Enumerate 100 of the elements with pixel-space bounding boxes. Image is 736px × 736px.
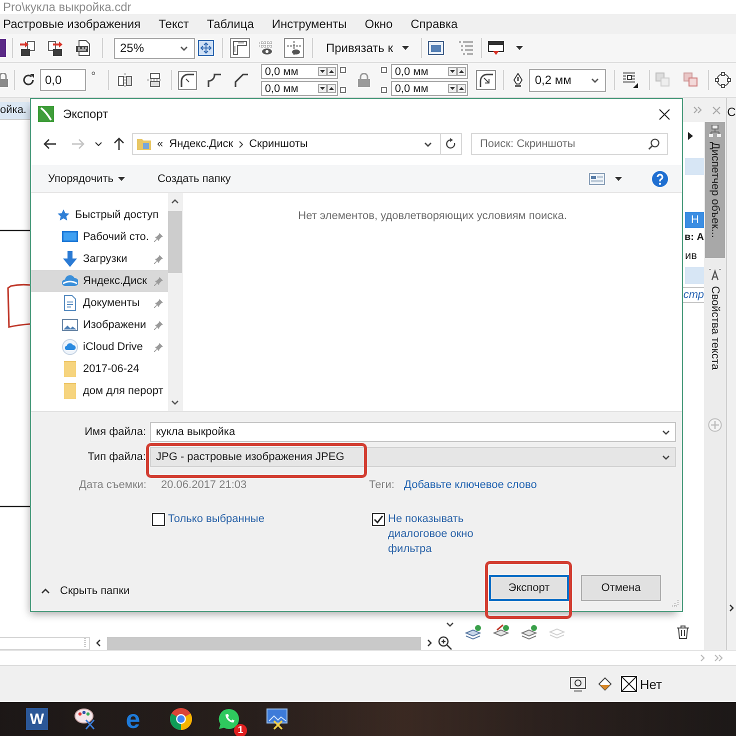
breadcrumb-overflow[interactable]: « (157, 138, 164, 150)
rotation-field[interactable]: 0,0 (40, 69, 86, 91)
padlock-icon[interactable] (356, 73, 371, 87)
fit-page-icon[interactable] (198, 40, 214, 56)
pin-icon[interactable] (154, 232, 163, 242)
chevron-left-icon[interactable] (96, 639, 101, 647)
help-icon[interactable] (652, 170, 668, 186)
node-ring-icon[interactable] (714, 72, 731, 88)
pin-icon[interactable] (154, 254, 163, 264)
resize-grip-icon[interactable] (671, 599, 679, 607)
list-lines-icon[interactable] (458, 40, 474, 56)
nav-item[interactable]: Загрузки (31, 248, 168, 270)
screen-icon[interactable] (488, 40, 504, 56)
page-navigator-field[interactable] (0, 636, 90, 650)
logo-tile-icon[interactable] (0, 39, 6, 57)
hide-folders-button[interactable]: Скрыть папки (41, 585, 130, 597)
menu-item[interactable]: Окно (364, 17, 393, 31)
object-row-text[interactable]: в: А (684, 230, 704, 246)
nav-item[interactable]: Рабочий сто. (31, 226, 168, 248)
dialog-button[interactable]: Экспорт (489, 575, 569, 601)
dialog-button[interactable]: Отмена (581, 575, 661, 601)
menu-item[interactable]: Текст (158, 17, 189, 31)
layer-add-icon[interactable] (465, 624, 481, 640)
spin-arrows-icon[interactable] (448, 84, 466, 93)
nav-item[interactable]: iCloud Drive (31, 336, 168, 358)
corner-style-button[interactable] (178, 70, 197, 90)
checkbox[interactable] (152, 513, 165, 526)
chevron-right-icon[interactable] (427, 639, 432, 647)
mirror-horizontal-icon[interactable] (118, 73, 132, 87)
expand-triangle-icon[interactable] (688, 132, 693, 140)
pin-icon[interactable] (154, 320, 163, 330)
pdf-page-icon[interactable] (75, 40, 91, 56)
spin-arrows-icon[interactable] (448, 67, 466, 76)
text-wrap-icon[interactable] (622, 72, 638, 88)
nav-item[interactable]: Яндекс.Диск (31, 270, 168, 292)
command-button[interactable]: Упорядочить (48, 172, 126, 184)
back-arrow-icon[interactable] (43, 137, 57, 151)
caret-icon[interactable] (516, 46, 523, 50)
add-tag-link[interactable]: Добавьте ключевое слово (404, 479, 682, 491)
corner-size-field[interactable]: 0,0 мм (390, 81, 468, 96)
screen-target-icon[interactable] (570, 676, 586, 692)
nav-item[interactable]: Изображени (31, 314, 168, 336)
object-row-text[interactable]: ив (685, 248, 704, 264)
command-button[interactable]: Создать папку (157, 172, 231, 184)
taskbar-button[interactable]: W (26, 708, 48, 730)
window-picture-icon[interactable] (428, 40, 444, 56)
corner-style-button[interactable] (232, 70, 251, 90)
zoom-icon[interactable] (438, 636, 452, 650)
close-icon[interactable] (659, 108, 670, 120)
palette-scissors-icon[interactable] (74, 708, 96, 730)
nav-item[interactable]: Быстрый доступ (31, 204, 168, 226)
view-mode-icon[interactable] (589, 172, 605, 184)
menu-item[interactable]: Справка (410, 17, 458, 31)
file-type-combo[interactable]: JPG - растровые изображения JPEG (150, 447, 676, 467)
checkbox-label[interactable]: Только выбранные (168, 512, 264, 527)
caret-icon[interactable] (662, 430, 670, 434)
chevron-down-icon[interactable] (171, 400, 179, 405)
breadcrumb-item[interactable]: Яндекс.Диск (169, 138, 234, 150)
scissors-picture-icon[interactable] (266, 708, 288, 730)
corner-size-field[interactable]: 0,0 мм (260, 64, 338, 79)
ring-logo-icon[interactable] (170, 708, 192, 730)
checkbox[interactable] (372, 513, 385, 526)
trash-icon[interactable] (676, 625, 690, 639)
docker-tab[interactable]: Свойства текста (705, 266, 725, 390)
document-tab[interactable]: ойка. (0, 102, 30, 119)
mirror-vertical-icon[interactable] (146, 73, 161, 87)
menu-item[interactable]: Таблица (206, 17, 254, 31)
checkbox-label[interactable]: Не показывать диалоговое окно фильтра (388, 512, 480, 557)
chevron-right-icon[interactable] (729, 604, 734, 612)
view-toggle-button[interactable] (284, 38, 304, 58)
scroll-thumb[interactable] (107, 636, 421, 650)
chevron-up-icon[interactable] (171, 199, 179, 204)
pin-icon[interactable] (154, 342, 163, 352)
paint-bucket-icon[interactable] (596, 676, 613, 692)
corner-size-field[interactable]: 0,0 мм (260, 81, 338, 96)
docker-tab[interactable]: Диспетчер объек... (705, 122, 725, 258)
import-icon[interactable] (20, 40, 36, 56)
export-icon[interactable] (47, 40, 63, 56)
to-back-icon[interactable] (682, 72, 699, 88)
corner-style-button[interactable] (204, 70, 224, 90)
up-arrow-icon[interactable] (112, 137, 126, 151)
menu-item[interactable]: Инструменты (272, 17, 347, 31)
view-toggle-button[interactable] (230, 38, 250, 58)
nav-item[interactable]: дом для перорт (31, 380, 168, 402)
snap-menu-button[interactable]: Привязать к (322, 38, 413, 58)
spin-arrows-icon[interactable] (318, 84, 336, 93)
chevron-down-icon[interactable] (446, 622, 454, 627)
nav-item[interactable]: Документы (31, 292, 168, 314)
search-field[interactable]: Поиск: Скриншоты (471, 133, 668, 155)
file-name-field[interactable]: кукла выкройка (150, 422, 676, 442)
corner-size-field[interactable]: 0,0 мм (390, 64, 468, 79)
caret-icon[interactable] (615, 176, 622, 180)
no-fill-swatch-icon[interactable] (620, 676, 637, 692)
lock-icon[interactable] (0, 73, 8, 87)
taskbar-button[interactable]: e (122, 708, 144, 730)
pin-icon[interactable] (154, 298, 163, 308)
chat-bubble-icon[interactable] (218, 708, 240, 730)
outline-width-combo[interactable]: 0,2 мм (528, 68, 606, 92)
menu-item[interactable]: Растровые изображения (3, 17, 141, 31)
rotate-icon[interactable] (22, 73, 36, 87)
